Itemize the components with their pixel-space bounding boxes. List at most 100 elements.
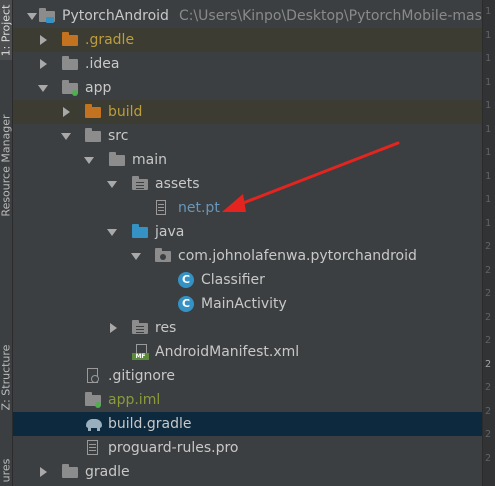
file-icon [155,200,167,216]
tree-item-label: app.iml [108,392,161,408]
tree-item-label: .gradle [85,32,135,48]
chevron-down-icon[interactable] [38,85,48,92]
tree-row-java[interactable]: java [13,220,482,244]
tree-item-label: Classifier [201,272,265,288]
tree-row-gitignore[interactable]: .gitignore [13,364,482,388]
chevron-right-icon[interactable] [63,107,70,117]
line-number: 1 [485,123,492,135]
resource-folder-icon [132,320,149,336]
line-number: 2 [485,452,492,464]
folder-icon [62,464,79,480]
line-number: 1 [485,170,492,182]
line-number: 2 [485,405,492,417]
line-number: 2 [485,241,492,252]
tree-item-label: AndroidManifest.xml [155,344,300,360]
folder-icon [85,128,102,144]
tree-item-label: app [85,80,112,96]
line-number: 2 [485,429,492,440]
tree-row-res[interactable]: res [13,316,482,340]
chevron-down-icon[interactable] [131,253,141,260]
class-icon: C [178,272,194,288]
tree-item-label: gradle [85,464,130,480]
tree-item-label: com.johnolafenwa.pytorchandroid [178,248,417,264]
project-root-name: PytorchAndroid [62,8,169,24]
tree-row-idea[interactable]: .idea [13,52,482,76]
tree-item-label: build [108,104,143,120]
folder-icon [109,152,126,168]
tree-item-label: proguard-rules.pro [108,440,239,456]
tree-row-gradle-cache[interactable]: .gradle [13,28,482,52]
tree-row-build[interactable]: build [13,100,482,124]
tree-item-label: .gitignore [108,368,175,384]
line-number: 2 [485,264,492,276]
line-number: 1 [485,6,492,17]
tree-item-label: src [108,128,129,144]
tree-row-manifest[interactable]: MF AndroidManifest.xml [13,340,482,364]
tool-window-strip: 1: Project Resource Manager Z: Structure… [0,0,13,486]
chevron-right-icon[interactable] [110,323,117,333]
resource-manager-tool-tab[interactable]: Resource Manager [0,95,13,235]
source-folder-icon [132,224,149,240]
tree-item-label: .idea [85,56,120,72]
tree-row-app[interactable]: app [13,76,482,100]
tree-row-package[interactable]: com.johnolafenwa.pytorchandroid [13,244,482,268]
line-number: 1 [485,217,492,229]
tree-row-assets[interactable]: assets [13,172,482,196]
file-icon [87,440,99,456]
excluded-folder-icon [85,104,102,120]
tree-row-mainactivity[interactable]: C MainActivity [13,292,482,316]
tree-item-label: assets [155,176,200,192]
favorites-tool-tab[interactable]: ures [0,455,13,486]
editor-gutter: 1 1 1 1 1 1 1 1 1 1 2 2 2 2 2 2 2 2 2 2 [482,0,495,486]
tree-item-label: PytorchAndroid C:\Users\Kinpo\Desktop\Pyt… [62,4,482,28]
package-icon [155,248,172,264]
tree-row-src[interactable]: src [13,124,482,148]
project-tab-label: 1: Project [0,4,13,56]
tree-row-gradle[interactable]: gradle [13,460,482,484]
favorites-tab-label: ures [0,458,13,483]
resource-folder-icon [132,176,149,192]
chevron-right-icon[interactable] [40,467,47,477]
line-number: 2 [485,382,492,393]
project-tool-tab[interactable]: 1: Project [0,0,13,60]
tree-row-net-pt[interactable]: net.pt [13,196,482,220]
tree-row-build-gradle[interactable]: build.gradle [13,412,482,436]
line-number: 2 [485,311,492,323]
tree-item-label: net.pt [178,200,220,216]
module-folder-icon [62,80,79,96]
line-number: 2 [485,335,492,346]
line-number: 1 [485,194,492,205]
project-tree[interactable]: PytorchAndroid C:\Users\Kinpo\Desktop\Pyt… [13,4,482,484]
tree-row-root[interactable]: PytorchAndroid C:\Users\Kinpo\Desktop\Pyt… [13,4,482,28]
module-file-icon [85,392,102,408]
gradle-icon [85,416,103,432]
tree-item-label: java [155,224,185,240]
structure-tab-label: Z: Structure [0,344,13,411]
tree-item-label: main [132,152,167,168]
module-folder-icon [39,8,56,24]
chevron-down-icon[interactable] [84,157,94,164]
chevron-right-icon[interactable] [40,59,47,69]
manifest-icon: MF [132,344,152,360]
chevron-down-icon[interactable] [61,133,71,140]
chevron-right-icon[interactable] [40,35,47,45]
line-number: 1 [485,76,492,88]
tree-row-classifier[interactable]: C Classifier [13,268,482,292]
resource-manager-tab-label: Resource Manager [0,113,13,217]
line-number: 1 [485,53,492,64]
chevron-down-icon[interactable] [27,13,37,20]
structure-tool-tab[interactable]: Z: Structure [0,330,13,425]
tree-item-label: build.gradle [108,416,192,432]
tree-row-main[interactable]: main [13,148,482,172]
class-icon: C [178,296,194,312]
tree-item-label: MainActivity [201,296,287,312]
tree-row-proguard[interactable]: proguard-rules.pro [13,436,482,460]
gitignore-icon [86,368,100,384]
chevron-down-icon[interactable] [107,229,117,236]
line-number: 1 [485,100,492,111]
tree-row-app-iml[interactable]: app.iml [13,388,482,412]
line-number: 2 [485,288,492,299]
chevron-down-icon[interactable] [107,181,117,188]
line-number: 1 [485,147,492,158]
line-number: 1 [485,29,492,41]
